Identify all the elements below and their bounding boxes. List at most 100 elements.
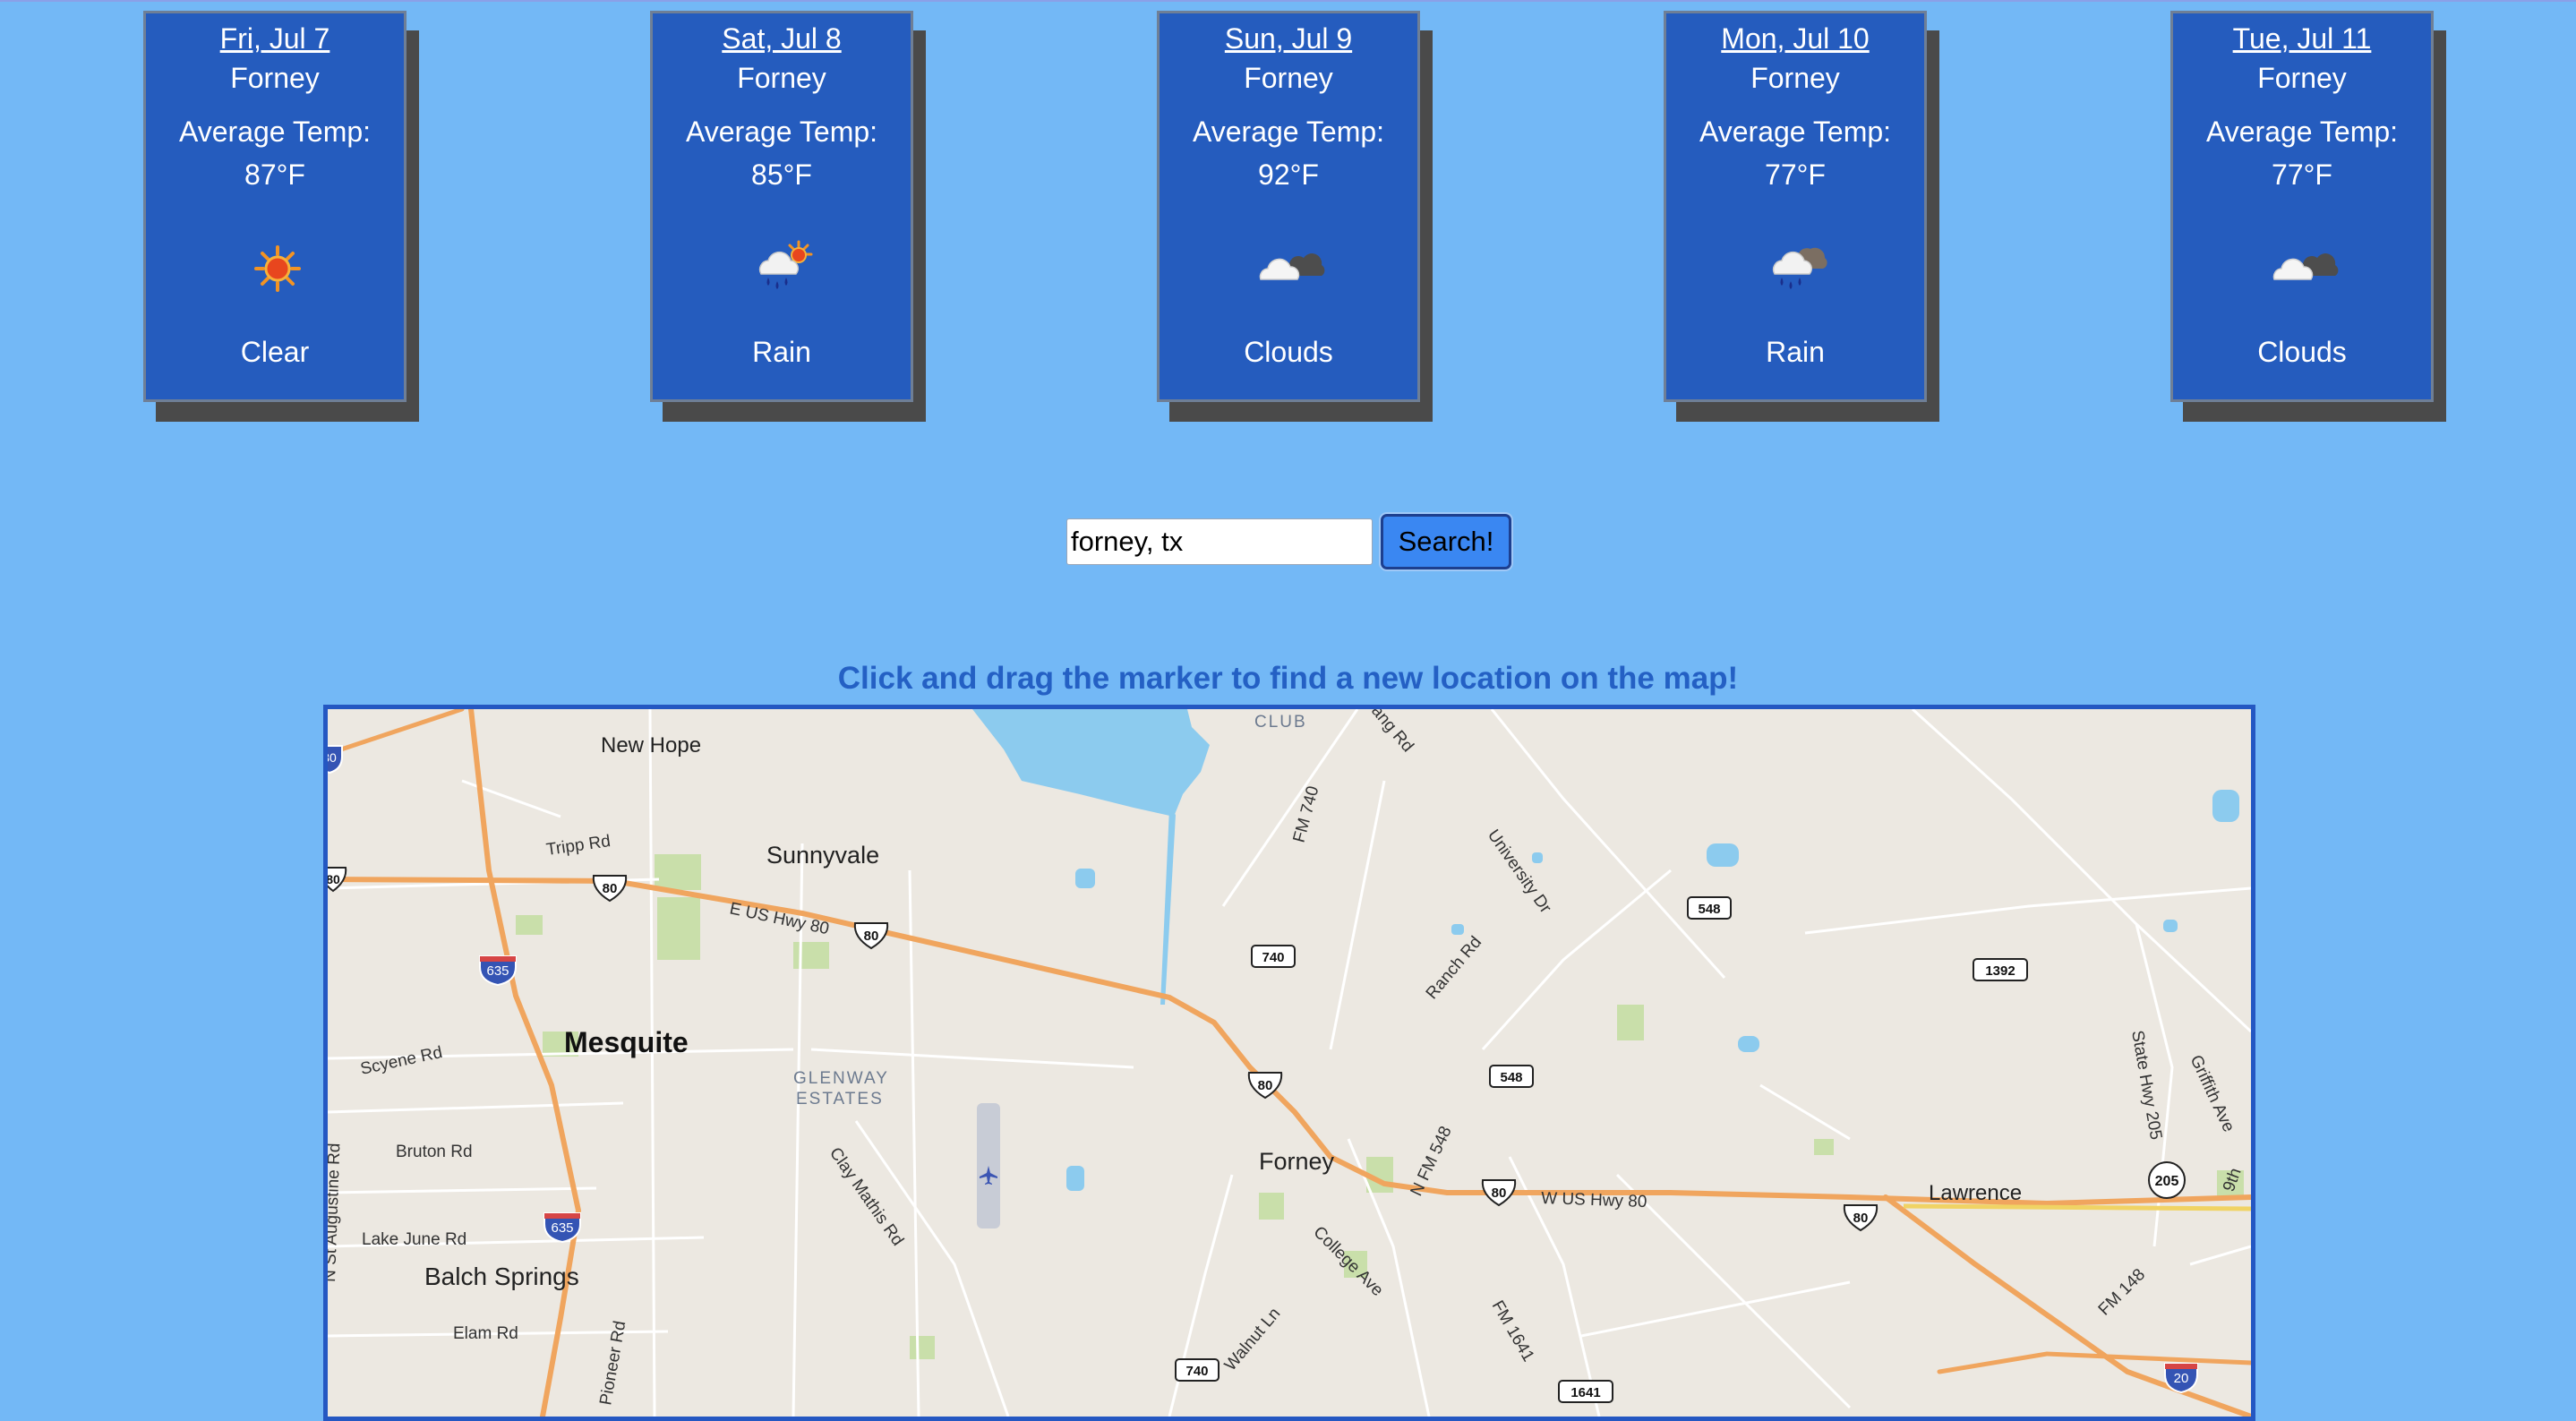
- road-label: FM 148: [2095, 1265, 2149, 1319]
- road-label: N St Augustine Rd: [328, 1143, 344, 1282]
- us-shield-80: 80: [1843, 1204, 1879, 1232]
- top-edge-line: [0, 0, 2576, 2]
- shield-label: 740: [1185, 1364, 1208, 1379]
- place-label: Forney: [1259, 1148, 1335, 1175]
- road-label: Bruton Rd: [396, 1143, 473, 1161]
- fm-shield-740: 740: [1175, 1358, 1220, 1382]
- fm-shield-548: 548: [1489, 1065, 1534, 1088]
- forecast-condition: Rain: [1766, 336, 1825, 368]
- road-label: Elam Rd: [453, 1324, 518, 1343]
- forecast-city: Forney: [737, 62, 826, 94]
- shield-label: 80: [603, 881, 618, 896]
- road-label: Scyene Rd: [359, 1043, 444, 1079]
- map-minor-roads: [328, 709, 2251, 1417]
- forecast-city: Forney: [2257, 62, 2347, 94]
- average-temp-value: 87°F: [244, 158, 305, 191]
- forecast-condition: Clouds: [1244, 336, 1333, 368]
- road-label: N FM 548: [1407, 1124, 1455, 1199]
- place-label: CLUB: [1254, 713, 1307, 732]
- shield-label: 80: [328, 872, 340, 886]
- place-label: ESTATES: [796, 1090, 884, 1109]
- shield-label: 1392: [1985, 963, 2015, 979]
- place-label: Mesquite: [564, 1026, 689, 1058]
- forecast-card-fri: Fri, Jul 7 Forney Average Temp: 87°F Cle…: [143, 11, 407, 402]
- road-label: Griffith Ave: [2186, 1052, 2238, 1134]
- shield-label: 20: [2174, 1371, 2189, 1386]
- forecast-city: Forney: [1750, 62, 1840, 94]
- us-shield-80: 80: [1481, 1179, 1517, 1207]
- forecast-city: Forney: [1244, 62, 1333, 94]
- us-shield-80: 80: [853, 922, 889, 950]
- shield-label: 548: [1500, 1070, 1522, 1085]
- fm-shield-548: 548: [1687, 896, 1732, 920]
- interstate-shield-635: 635: [479, 955, 517, 987]
- shield-label: 1641: [1570, 1385, 1600, 1400]
- forecast-condition: Clear: [240, 336, 310, 368]
- shield-label: 740: [1262, 950, 1284, 965]
- shield-label: 548: [1698, 902, 1720, 917]
- average-temp-value: 85°F: [751, 158, 812, 191]
- interstate-shield-30: 30: [328, 745, 343, 775]
- place-label: GLENWAY: [793, 1069, 889, 1088]
- map-view[interactable]: 30 635 635 20 80 80 80: [323, 705, 2255, 1421]
- shield-label: 635: [486, 963, 509, 979]
- clouds-icon: [1255, 233, 1327, 304]
- search-input[interactable]: [1066, 518, 1373, 565]
- road-label: University Dr: [1484, 826, 1555, 918]
- place-label: New Hope: [601, 733, 701, 758]
- forecast-date: Sat, Jul 8: [722, 22, 842, 55]
- shield-label: 635: [551, 1220, 573, 1236]
- us-shield-80: 80: [592, 875, 628, 903]
- shield-label: 205: [2155, 1174, 2179, 1189]
- forecast-card-sat: Sat, Jul 8 Forney Average Temp: 85°F Rai…: [650, 11, 913, 402]
- forecast-card-tue: Tue, Jul 11 Forney Average Temp: 77°F Cl…: [2170, 11, 2434, 402]
- road-label: W US Hwy 80: [1541, 1189, 1647, 1211]
- average-temp-label: Average Temp:: [685, 116, 878, 148]
- average-temp-value: 77°F: [2272, 158, 2332, 191]
- shield-label: 80: [1853, 1211, 1869, 1226]
- rain-sun-icon: [749, 233, 820, 304]
- place-label: Balch Springs: [424, 1263, 579, 1290]
- average-temp-label: Average Temp:: [1192, 116, 1385, 148]
- forecast-condition: Rain: [752, 336, 811, 368]
- forecast-date: Tue, Jul 11: [2232, 22, 2372, 55]
- average-temp-label: Average Temp:: [2205, 116, 2399, 148]
- interstate-shield-20: 20: [2164, 1363, 2198, 1394]
- sun-icon: [242, 233, 313, 304]
- road-label: Tripp Rd: [545, 832, 612, 860]
- place-label: Lawrence: [1929, 1181, 2022, 1205]
- road-label: Clay Mathis Rd: [826, 1144, 907, 1250]
- map-state-highway: [1903, 1203, 2251, 1211]
- road-label: ang Rd: [1367, 709, 1416, 756]
- road-label: Lake June Rd: [362, 1230, 466, 1249]
- shield-label: 30: [328, 750, 337, 765]
- place-label: Sunnyvale: [766, 842, 879, 869]
- fm-shield-740: 740: [1251, 945, 1296, 968]
- forecast-condition: Clouds: [2257, 336, 2347, 368]
- average-temp-value: 92°F: [1258, 158, 1319, 191]
- shield-label: 80: [864, 929, 879, 944]
- search-button[interactable]: Search!: [1381, 514, 1511, 569]
- road-label: State Hwy 205: [2127, 1029, 2165, 1141]
- road-label: FM 1641: [1488, 1297, 1538, 1365]
- forecast-date: Mon, Jul 10: [1721, 22, 1870, 55]
- map-instructions: Click and drag the marker to find a new …: [837, 661, 1739, 696]
- forecast-city: Forney: [230, 62, 320, 94]
- forecast-date: Fri, Jul 7: [219, 22, 330, 55]
- shield-label: 80: [1258, 1078, 1273, 1093]
- forecast-card-mon: Mon, Jul 10 Forney Average Temp: 77°F Ra…: [1664, 11, 1927, 402]
- rain-cloud-icon: [1762, 233, 1834, 304]
- interstate-shield-635: 635: [543, 1212, 581, 1244]
- road-label: FM 740: [1290, 784, 1323, 845]
- shield-label: 80: [1492, 1186, 1507, 1201]
- forecast-card-sun: Sun, Jul 9 Forney Average Temp: 92°F Clo…: [1157, 11, 1420, 402]
- state-shield-205: 205: [2148, 1161, 2186, 1199]
- forecast-date: Sun, Jul 9: [1224, 22, 1353, 55]
- road-label: E US Hwy 80: [728, 899, 831, 938]
- clouds-icon: [2269, 233, 2341, 304]
- road-label: Ranch Rd: [1423, 933, 1485, 1003]
- average-temp-value: 77°F: [1765, 158, 1826, 191]
- map-water: [972, 709, 2239, 1191]
- map-highways: [328, 709, 2251, 1417]
- fm-shield-1392: 1392: [1973, 958, 2028, 981]
